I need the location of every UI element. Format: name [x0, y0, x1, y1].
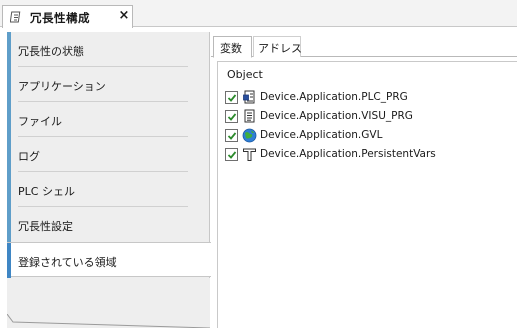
- object-name: Device.Application.GVL: [260, 129, 383, 141]
- sidebar-item-accent: [7, 137, 11, 172]
- list-item[interactable]: Device.Application.PLC_PRG: [225, 89, 515, 107]
- checkbox[interactable]: [225, 91, 238, 104]
- sidebar-item-accent: [7, 243, 11, 278]
- sidebar-item-accent: [7, 67, 11, 102]
- object-name: Device.Application.PersistentVars: [260, 148, 436, 160]
- editor-tab-redundancy-config[interactable]: 冗長性構成 ×: [2, 5, 133, 28]
- list-item[interactable]: Device.Application.VISU_PRG: [225, 108, 515, 126]
- tab-variables[interactable]: 変数: [213, 36, 252, 58]
- sidebar-item-application[interactable]: アプリケーション: [7, 67, 210, 102]
- list-item[interactable]: Device.Application.PersistentVars: [225, 146, 515, 164]
- sidebar-item-log[interactable]: ログ: [7, 137, 210, 172]
- editor-tab-title: 冗長性構成: [30, 11, 90, 25]
- checkbox[interactable]: [225, 148, 238, 161]
- globe-icon: [242, 128, 257, 143]
- category-sidebar: 冗長性の状態 アプリケーション ファイル ログ PLC シェル 冗長性設定 登録…: [7, 32, 211, 328]
- list-item[interactable]: Device.Application.GVL: [225, 127, 515, 145]
- sidebar-item-label: 登録されている領域: [18, 256, 117, 269]
- sidebar-item-label: PLC シェル: [18, 185, 75, 198]
- pou-program-icon: [242, 90, 257, 105]
- tab-address[interactable]: アドレス: [253, 36, 302, 57]
- sidebar-item-label: 冗長性設定: [18, 220, 73, 233]
- document-pin-icon: [9, 10, 24, 24]
- editor-tab-strip: 冗長性構成 ×: [0, 0, 517, 28]
- sidebar-item-plc-shell[interactable]: PLC シェル: [7, 172, 210, 207]
- sidebar-item-redundancy-settings[interactable]: 冗長性設定: [7, 207, 210, 242]
- document-lines-icon: [242, 109, 257, 124]
- content-area: 変数 アドレス Object Device.Application.PLC_PR…: [211, 32, 517, 328]
- sidebar-bottom-edge: [7, 314, 210, 328]
- object-list-pane: Object Device.Application.PLC_PRG Device…: [217, 61, 517, 328]
- sidebar-item-file[interactable]: ファイル: [7, 102, 210, 137]
- sidebar-item-registered-areas[interactable]: 登録されている領域: [7, 242, 211, 278]
- checkbox[interactable]: [225, 129, 238, 142]
- sidebar-item-label: ログ: [18, 150, 40, 163]
- sidebar-item-label: ファイル: [18, 115, 62, 128]
- sidebar-item-accent: [7, 172, 11, 207]
- sidebar-item-label: アプリケーション: [18, 80, 106, 93]
- column-header-object: Object: [227, 68, 263, 81]
- sidebar-item-accent: [7, 102, 11, 137]
- checkbox[interactable]: [225, 110, 238, 123]
- object-name: Device.Application.PLC_PRG: [260, 91, 408, 103]
- sidebar-item-accent: [7, 207, 11, 242]
- sidebar-item-label: 冗長性の状態: [18, 45, 84, 58]
- object-name: Device.Application.VISU_PRG: [260, 110, 413, 122]
- persistent-t-icon: [242, 147, 257, 162]
- sidebar-item-accent: [7, 32, 11, 67]
- subtab-strip: 変数 アドレス: [211, 35, 517, 58]
- sidebar-item-redundancy-status[interactable]: 冗長性の状態: [7, 32, 210, 67]
- close-icon[interactable]: ×: [118, 9, 130, 23]
